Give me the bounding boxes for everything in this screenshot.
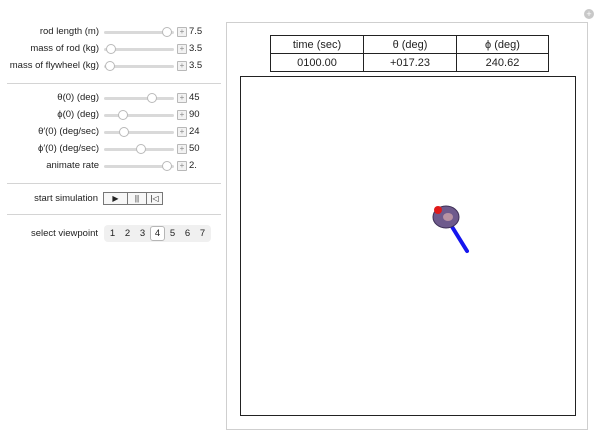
slider-thumb[interactable]: [117, 110, 128, 120]
slider-label: ϕ(0) (deg): [57, 109, 99, 120]
3d-view[interactable]: [240, 76, 576, 416]
slider-value: 3.5: [189, 43, 203, 54]
slider-value: 90: [189, 109, 200, 120]
theta-header: θ (deg): [363, 35, 457, 54]
mass-of-rod-slider[interactable]: [104, 44, 174, 54]
expand-plus-icon[interactable]: +: [177, 161, 187, 171]
slider-label: animate rate: [46, 160, 99, 171]
play-button[interactable]: ▶: [103, 192, 128, 205]
expand-plus-icon[interactable]: +: [177, 27, 187, 37]
rod-length-slider[interactable]: [104, 27, 174, 37]
expand-plus-icon[interactable]: +: [177, 93, 187, 103]
viewpoint-option-2[interactable]: 2: [120, 226, 135, 241]
viewpoint-option-7[interactable]: 7: [195, 226, 210, 241]
viewpoint-option-4[interactable]: 4: [150, 226, 165, 241]
theta-rate-slider[interactable]: [104, 127, 174, 137]
slider-row-theta-dot0: θ′(0) (deg/sec) + 24: [0, 124, 222, 141]
slider-row-mass-rod: mass of rod (kg) + 3.5: [0, 41, 222, 58]
expand-plus-icon[interactable]: +: [177, 61, 187, 71]
slider-label: θ(0) (deg): [57, 92, 99, 103]
animate-rate-slider[interactable]: [104, 161, 174, 171]
slider-row-rod-length: rod length (m) + 7.5: [0, 24, 222, 41]
viewpoint-selector: 1234567: [104, 225, 211, 242]
viewpoint-label: select viewpoint: [30, 228, 98, 239]
viewpoint-option-3[interactable]: 3: [135, 226, 150, 241]
readout-header-row: time (sec) θ (deg) ϕ (deg): [270, 35, 549, 54]
mass-of-flywheel-slider[interactable]: [104, 61, 174, 71]
slider-row-mass-flywheel: mass of flywheel (kg) + 3.5: [0, 58, 222, 75]
marker-dot: [434, 206, 442, 214]
readout-value-row: 0100.00 +017.23 240.62: [270, 53, 549, 72]
divider: [7, 83, 221, 84]
initial-conditions-panel: θ(0) (deg) + 45 ϕ(0) (deg) + 90 θ′(0) (d…: [0, 90, 222, 175]
readout-table: time (sec) θ (deg) ϕ (deg) 0100.00 +017.…: [270, 35, 549, 72]
slider-thumb[interactable]: [147, 93, 158, 103]
slider-thumb[interactable]: [162, 27, 172, 37]
slider-thumb[interactable]: [106, 44, 116, 54]
viewpoint-row: select viewpoint 1234567: [0, 225, 222, 243]
theta-value: +017.23: [363, 53, 457, 72]
viewpoint-option-1[interactable]: 1: [105, 226, 120, 241]
slider-value: 3.5: [189, 60, 203, 71]
simulation-panel: time (sec) θ (deg) ϕ (deg) 0100.00 +017.…: [226, 22, 588, 430]
expand-plus-icon[interactable]: +: [177, 144, 187, 154]
expand-plus-icon[interactable]: +: [177, 127, 187, 137]
slider-value: 50: [189, 143, 200, 154]
phi-rate-slider[interactable]: [104, 144, 174, 154]
phi-header: ϕ (deg): [456, 35, 549, 54]
theta0-slider[interactable]: [104, 93, 174, 103]
phi0-slider[interactable]: [104, 110, 174, 120]
slider-thumb[interactable]: [104, 61, 115, 71]
slider-row-phi0: ϕ(0) (deg) + 90: [0, 107, 222, 124]
slider-row-phi-dot0: ϕ′(0) (deg/sec) + 50: [0, 141, 222, 158]
slider-thumb[interactable]: [136, 144, 147, 154]
pendulum-graphic: [432, 205, 469, 253]
simulation-row: start simulation ▶ || |◁: [0, 191, 222, 207]
flywheel-hub: [443, 213, 453, 221]
slider-thumb[interactable]: [162, 161, 172, 171]
slider-value: 7.5: [189, 26, 203, 37]
expand-plus-icon[interactable]: +: [177, 110, 187, 120]
expand-plus-icon[interactable]: +: [177, 44, 187, 54]
simulation-buttons: ▶ || |◁: [103, 192, 163, 205]
slider-label: θ′(0) (deg/sec): [38, 126, 99, 137]
slider-label: mass of flywheel (kg): [9, 60, 99, 71]
slider-thumb[interactable]: [119, 127, 130, 137]
simulation-label: start simulation: [34, 193, 98, 204]
slider-label: ϕ′(0) (deg/sec): [38, 143, 99, 154]
divider: [7, 183, 221, 184]
slider-value: 24: [189, 126, 200, 137]
slider-value: 2.: [189, 160, 197, 171]
reset-controls-icon[interactable]: +: [584, 9, 594, 19]
phi-value: 240.62: [456, 53, 549, 72]
time-header: time (sec): [270, 35, 364, 54]
slider-value: 45: [189, 92, 200, 103]
controls-panel: rod length (m) + 7.5 mass of rod (kg) + …: [0, 24, 222, 75]
slider-row-animate-rate: animate rate + 2.: [0, 158, 222, 175]
slider-label: mass of rod (kg): [30, 43, 99, 54]
divider: [7, 214, 221, 215]
slider-label: rod length (m): [39, 26, 99, 37]
pause-button[interactable]: ||: [128, 192, 147, 205]
slider-row-theta0: θ(0) (deg) + 45: [0, 90, 222, 107]
viewpoint-option-5[interactable]: 5: [165, 226, 180, 241]
time-value: 0100.00: [270, 53, 364, 72]
viewpoint-option-6[interactable]: 6: [180, 226, 195, 241]
reset-button[interactable]: |◁: [147, 192, 163, 205]
